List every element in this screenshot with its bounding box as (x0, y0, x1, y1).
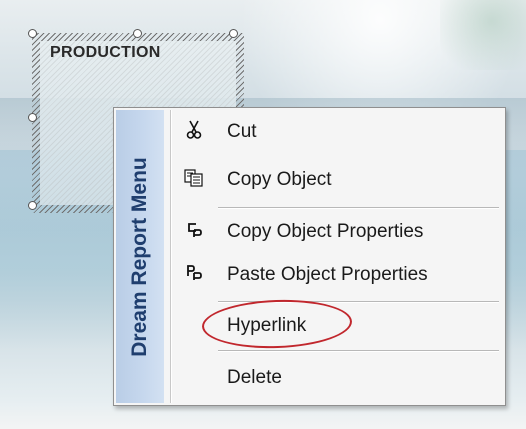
paste-properties-icon (182, 261, 206, 285)
copy-properties-icon (182, 218, 206, 242)
resize-handle-middle-left[interactable] (28, 113, 37, 122)
menu-item-copy-object[interactable]: Copy Object (174, 160, 499, 198)
menu-item-copy-object-properties[interactable]: Copy Object Properties (174, 212, 499, 250)
menu-item-label: Copy Object Properties (227, 221, 424, 242)
menu-item-cut[interactable]: Cut (174, 112, 499, 150)
resize-handle-bottom-left[interactable] (28, 201, 37, 210)
object-label: PRODUCTION (50, 44, 161, 61)
menu-separator (218, 350, 499, 352)
menu-item-paste-object-properties[interactable]: Paste Object Properties (174, 255, 499, 293)
menu-item-label: Cut (227, 121, 257, 142)
menu-item-label: Paste Object Properties (227, 264, 428, 285)
menu-separator (218, 207, 499, 209)
context-menu: Dream Report Menu Cut Copy Object Copy O… (113, 107, 506, 406)
resize-handle-top-right[interactable] (229, 29, 238, 38)
resize-handle-top-left[interactable] (28, 29, 37, 38)
background-palm (440, 0, 526, 70)
menu-title: Dream Report Menu (128, 156, 151, 357)
menu-gutter-separator (170, 110, 172, 403)
menu-item-label: Delete (227, 367, 282, 388)
copy-icon (182, 166, 206, 190)
menu-title-band: Dream Report Menu (116, 110, 164, 403)
resize-handle-top-center[interactable] (133, 29, 142, 38)
menu-item-delete[interactable]: Delete (174, 358, 499, 396)
menu-item-label: Copy Object (227, 169, 332, 190)
scissors-icon (182, 118, 206, 142)
